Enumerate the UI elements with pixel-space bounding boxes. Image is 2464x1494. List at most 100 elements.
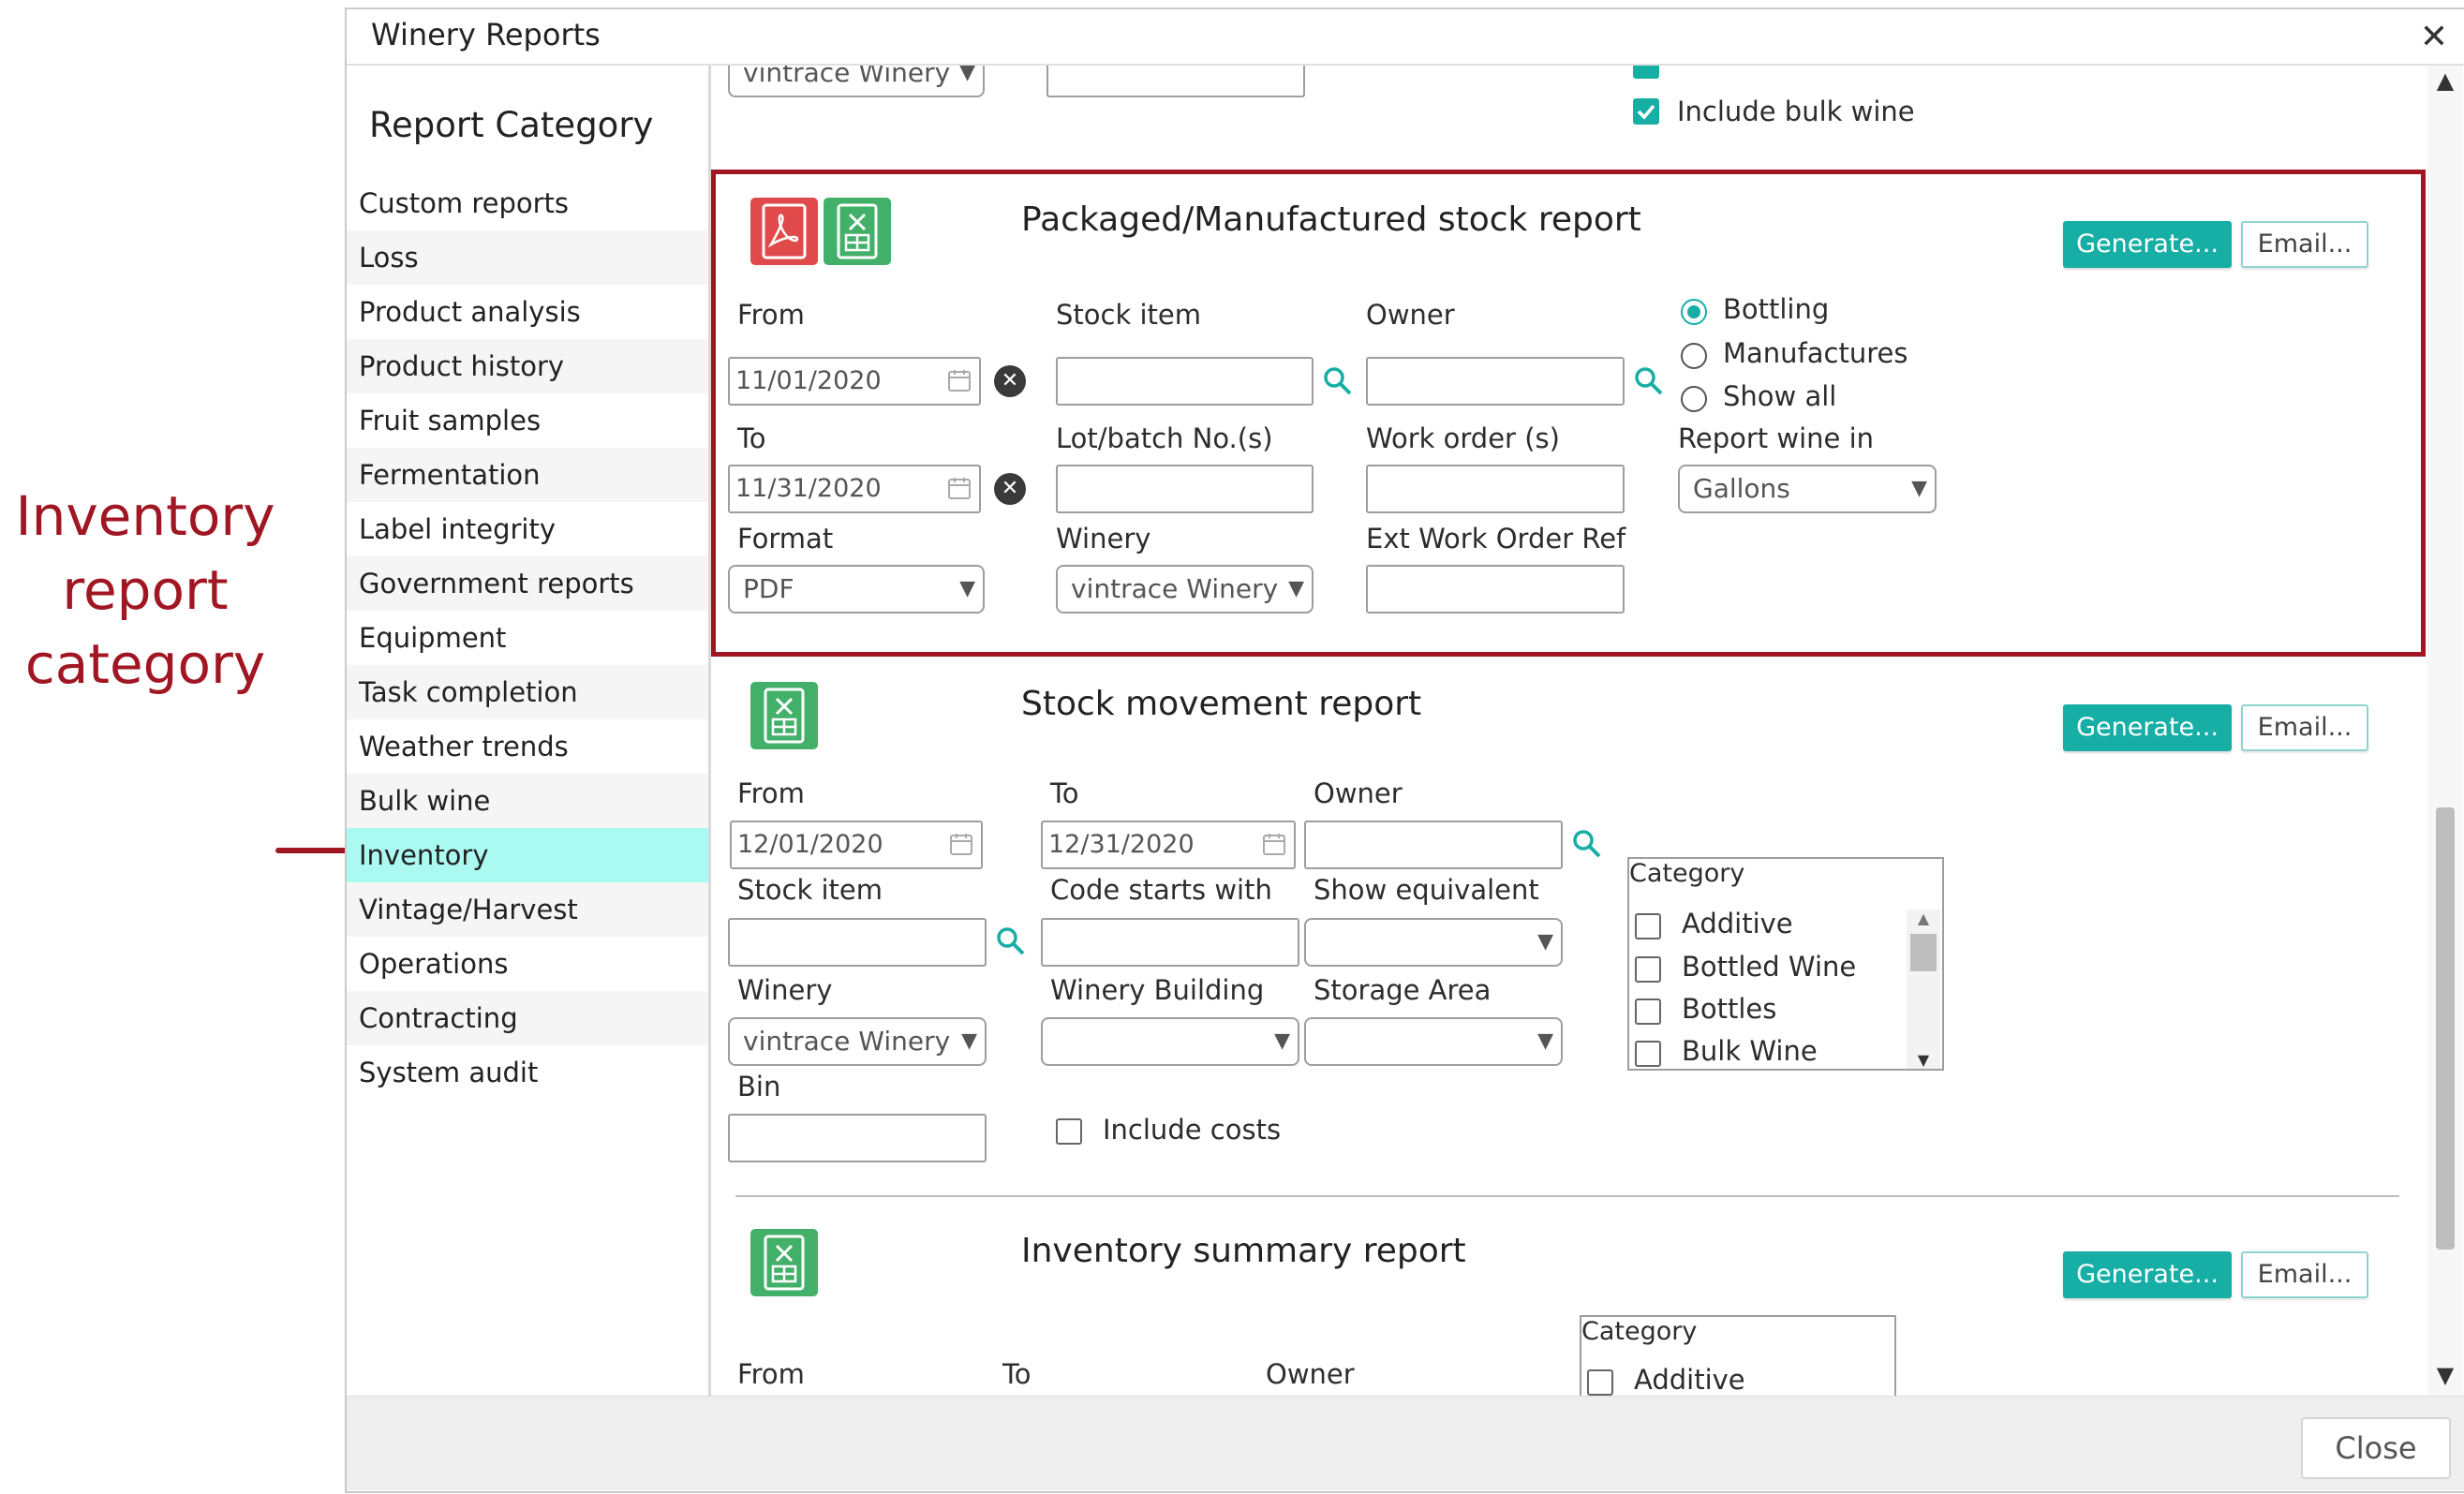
sm-bin-input[interactable] [728, 1114, 987, 1162]
sm-from-label: From [737, 777, 805, 809]
sidebar-item-bulk-wine[interactable]: Bulk wine [347, 774, 708, 828]
format-value: PDF [743, 573, 794, 604]
sm-category-listbox[interactable]: Category Additive Bottled Wine Bottles B… [1627, 857, 1944, 1071]
sm-to-label: To [1050, 777, 1079, 809]
calendar-icon[interactable] [947, 476, 972, 500]
radio-bottling[interactable] [1681, 299, 1707, 325]
is-category-listbox[interactable]: Category Additive [1580, 1315, 1896, 1396]
format-select[interactable]: PDF ▼ [728, 565, 985, 614]
report-wine-in-select[interactable]: Gallons ▼ [1678, 465, 1937, 513]
ext-work-order-ref-input[interactable] [1366, 565, 1625, 614]
calendar-icon[interactable] [1262, 832, 1286, 856]
listbox-scrollbar[interactable]: ▲ ▼ [1907, 910, 1940, 1069]
close-button[interactable]: Close [2301, 1417, 2451, 1479]
search-icon[interactable] [1633, 365, 1665, 397]
is-category-additive-label: Additive [1634, 1364, 1745, 1396]
chevron-up-icon[interactable]: ▲ [1907, 910, 1940, 927]
clear-icon[interactable]: ✕ [994, 365, 1026, 397]
sm-winery-select[interactable]: vintrace Winery ▼ [728, 1017, 987, 1066]
sm-winery-building-label: Winery Building [1050, 974, 1265, 1006]
stock-item-input[interactable] [1056, 357, 1314, 406]
chevron-up-icon[interactable]: ▲ [2427, 67, 2463, 94]
dialog-titlebar: Winery Reports ✕ [347, 9, 2464, 66]
calendar-icon[interactable] [947, 368, 972, 392]
sm-stock-item-label: Stock item [737, 874, 883, 906]
sidebar-item-equipment[interactable]: Equipment [347, 611, 708, 665]
partial-checkbox[interactable] [1633, 66, 1659, 79]
sidebar-item-task-completion[interactable]: Task completion [347, 665, 708, 719]
pdf-icon[interactable] [750, 198, 818, 265]
inventory-summary-generate-button[interactable]: Generate... [2063, 1251, 2232, 1298]
packaged-generate-button[interactable]: Generate... [2063, 221, 2232, 268]
is-to-label: To [1002, 1358, 1032, 1390]
sidebar-item-weather-trends[interactable]: Weather trends [347, 719, 708, 774]
search-icon[interactable] [995, 925, 1027, 957]
dialog-title: Winery Reports [371, 17, 601, 52]
close-icon[interactable]: ✕ [2413, 17, 2455, 58]
sidebar-item-custom-reports[interactable]: Custom reports [347, 176, 708, 230]
sm-show-equivalent-select[interactable]: ▼ [1304, 918, 1563, 967]
content-scroll-thumb[interactable] [2436, 807, 2455, 1250]
chevron-down-icon[interactable]: ▼ [2427, 1362, 2463, 1388]
sidebar-item-contracting[interactable]: Contracting [347, 991, 708, 1045]
excel-icon[interactable] [824, 198, 891, 265]
winery-select[interactable]: vintrace Winery ▼ [1056, 565, 1314, 614]
work-order-input[interactable] [1366, 465, 1625, 513]
stock-item-label: Stock item [1056, 299, 1201, 331]
winery-value: vintrace Winery [1071, 573, 1279, 604]
sm-storage-area-select[interactable]: ▼ [1304, 1017, 1563, 1066]
winery-select-partial[interactable]: vintrace Winery ▼ [728, 66, 985, 97]
category-checkbox-bottled-wine[interactable] [1635, 956, 1661, 983]
category-checkbox-additive[interactable] [1635, 913, 1661, 939]
sidebar-item-operations[interactable]: Operations [347, 937, 708, 991]
calendar-icon[interactable] [949, 832, 973, 856]
radio-manufactures[interactable] [1681, 343, 1707, 369]
annotation-line-2: report [62, 558, 229, 622]
sm-winery-building-select[interactable]: ▼ [1041, 1017, 1299, 1066]
chevron-down-icon: ▼ [961, 1029, 977, 1053]
sidebar-item-loss[interactable]: Loss [347, 230, 708, 285]
packaged-email-button[interactable]: Email... [2241, 221, 2368, 268]
sm-to-date-value: 12/31/2020 [1048, 830, 1195, 859]
inventory-summary-email-button[interactable]: Email... [2241, 1251, 2368, 1298]
sidebar-item-label-integrity[interactable]: Label integrity [347, 502, 708, 556]
search-icon[interactable] [1571, 828, 1603, 860]
category-bulk-wine-label: Bulk Wine [1682, 1035, 1818, 1067]
content-scrollbar[interactable]: ▲ ▼ [2427, 66, 2463, 1396]
sidebar-item-vintage-harvest[interactable]: Vintage/Harvest [347, 882, 708, 937]
is-category-label: Category [1581, 1317, 1698, 1346]
include-costs-checkbox[interactable] [1056, 1118, 1082, 1145]
excel-icon[interactable] [750, 1229, 818, 1296]
stock-movement-generate-button[interactable]: Generate... [2063, 704, 2232, 751]
sidebar-item-product-analysis[interactable]: Product analysis [347, 285, 708, 339]
is-category-checkbox-additive[interactable] [1587, 1369, 1613, 1396]
sidebar-item-fermentation[interactable]: Fermentation [347, 448, 708, 502]
listbox-scroll-thumb[interactable] [1910, 934, 1937, 971]
sm-to-date-input[interactable]: 12/31/2020 [1041, 821, 1296, 869]
owner-input[interactable] [1366, 357, 1625, 406]
chevron-down-icon[interactable]: ▼ [1907, 1051, 1940, 1069]
sm-from-date-value: 12/01/2020 [737, 830, 883, 859]
partial-input[interactable] [1046, 66, 1305, 97]
sm-code-starts-input[interactable] [1041, 918, 1299, 967]
sm-owner-input[interactable] [1304, 821, 1563, 869]
include-bulk-wine-checkbox[interactable] [1633, 98, 1659, 125]
from-date-value: 11/01/2020 [735, 366, 882, 395]
excel-icon[interactable] [750, 682, 818, 749]
search-icon[interactable] [1322, 365, 1354, 397]
category-checkbox-bottles[interactable] [1635, 998, 1661, 1025]
lot-batch-input[interactable] [1056, 465, 1314, 513]
category-checkbox-bulk-wine[interactable] [1635, 1041, 1661, 1067]
sm-stock-item-input[interactable] [728, 918, 987, 967]
stock-movement-email-button[interactable]: Email... [2241, 704, 2368, 751]
sm-from-date-input[interactable]: 12/01/2020 [730, 821, 983, 869]
clear-icon[interactable]: ✕ [994, 473, 1026, 505]
sidebar-item-fruit-samples[interactable]: Fruit samples [347, 393, 708, 448]
from-date-input[interactable]: 11/01/2020 [728, 357, 981, 406]
to-date-input[interactable]: 11/31/2020 [728, 465, 981, 513]
sidebar-item-inventory[interactable]: Inventory [347, 828, 708, 882]
radio-show-all[interactable] [1681, 386, 1707, 412]
sidebar-item-government-reports[interactable]: Government reports [347, 556, 708, 611]
sidebar-item-system-audit[interactable]: System audit [347, 1045, 708, 1100]
sidebar-item-product-history[interactable]: Product history [347, 339, 708, 393]
